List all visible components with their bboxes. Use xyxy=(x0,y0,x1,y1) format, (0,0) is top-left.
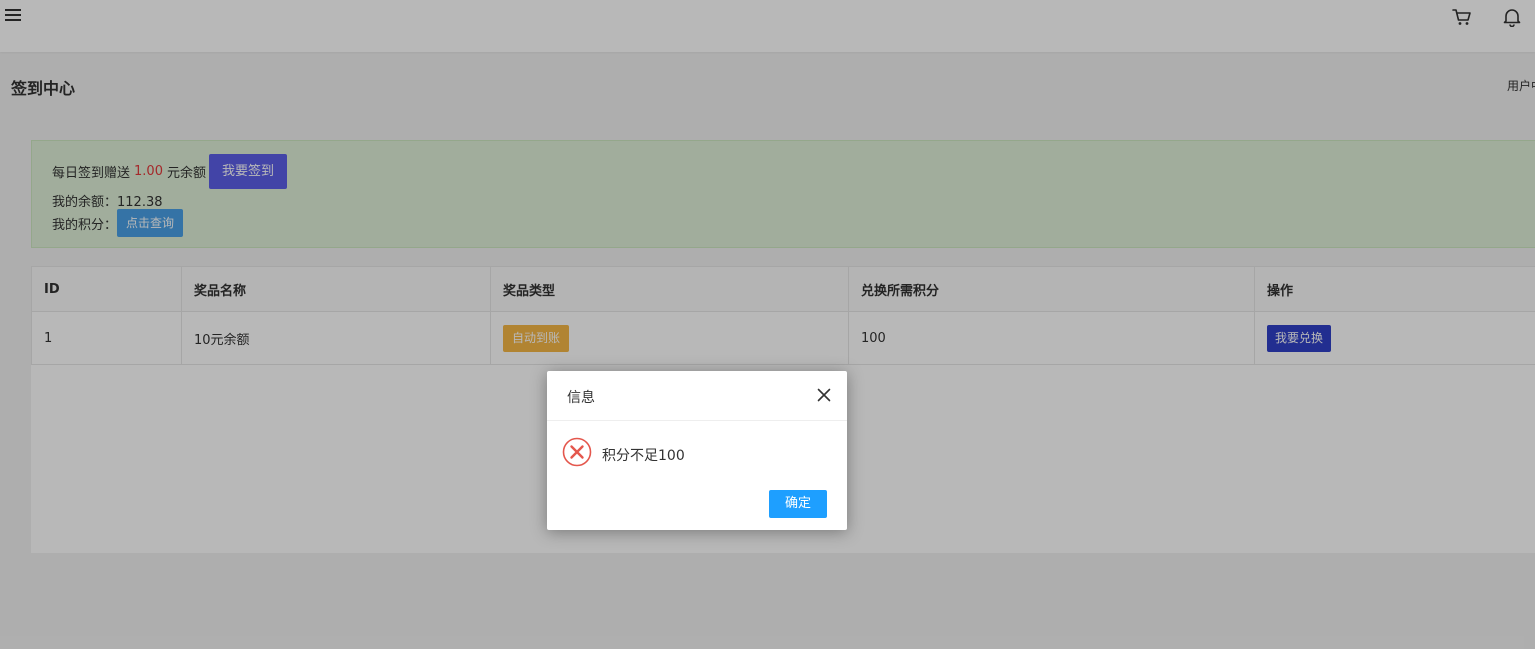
modal-overlay[interactable] xyxy=(0,0,1535,649)
dialog-message: 积分不足100 xyxy=(602,448,685,464)
dialog-title: 信息 xyxy=(567,390,595,406)
dialog-header: 信息 xyxy=(547,371,847,421)
ok-button[interactable]: 确定 xyxy=(769,490,827,518)
error-circle-icon xyxy=(562,437,592,467)
close-icon[interactable] xyxy=(817,388,831,402)
dialog-body: 积分不足100 xyxy=(547,421,847,485)
info-dialog: 信息 积分不足100 确定 xyxy=(547,371,847,530)
